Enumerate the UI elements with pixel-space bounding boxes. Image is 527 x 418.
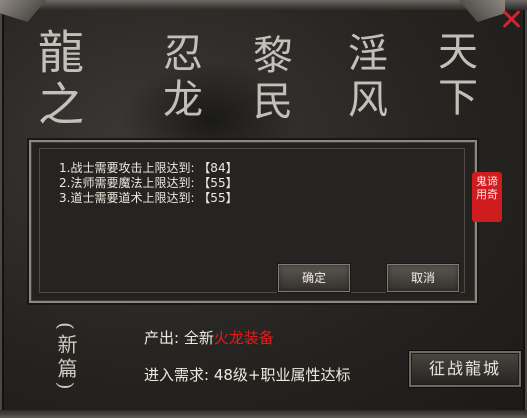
subtitle-vertical: (新篇) <box>54 322 78 394</box>
calligraphy-column-2: 忍龙 <box>156 32 202 124</box>
output-info: 产出: 全新火龙装备 <box>144 327 274 348</box>
cancel-button[interactable]: 取消 <box>386 263 460 293</box>
frame-bottom <box>0 410 527 418</box>
requirement-line-warrior: 1.战士需要攻击上限达到: 【84】 <box>59 161 238 175</box>
frame-top <box>0 0 527 10</box>
requirement-dialog: 1.战士需要攻击上限达到: 【84】 2.法师需要魔法上限达到: 【55】 3.… <box>29 140 477 303</box>
requirement-line-mage: 2.法师需要魔法上限达到: 【55】 <box>59 176 238 190</box>
calligraphy-column-3: 黎民 <box>246 34 292 126</box>
output-label: 产出: <box>144 329 180 347</box>
requirement-value: 48级+职业属性达标 <box>213 366 351 384</box>
game-panel: 龍之 忍龙 黎民 淫风 天下 (新篇) ✕ 1.战士需要攻击上限达到: 【84】… <box>0 0 527 418</box>
seal-text: 鬼谛 用奇 <box>476 175 498 201</box>
close-icon[interactable]: ✕ <box>499 6 524 36</box>
calligraphy-column-5: 天下 <box>431 30 477 122</box>
requirement-label: 进入需求: <box>144 366 210 384</box>
requirement-line-taoist: 3.道士需要道术上限达到: 【55】 <box>59 191 238 205</box>
calligraphy-column-4: 淫风 <box>341 32 387 124</box>
calligraphy-column-1: 龍之 <box>31 28 85 132</box>
output-prefix: 全新 <box>183 329 214 347</box>
dialog-body: 1.战士需要攻击上限达到: 【84】 2.法师需要魔法上限达到: 【55】 3.… <box>39 148 465 293</box>
requirement-info: 进入需求: 48级+职业属性达标 <box>144 364 351 385</box>
confirm-button[interactable]: 确定 <box>277 263 351 293</box>
corner-ornament-left <box>0 0 46 22</box>
red-seal-stamp: 鬼谛 用奇 <box>472 172 502 222</box>
output-highlight: 火龙装备 <box>213 329 274 347</box>
enter-city-button[interactable]: 征战龍城 <box>408 350 522 388</box>
